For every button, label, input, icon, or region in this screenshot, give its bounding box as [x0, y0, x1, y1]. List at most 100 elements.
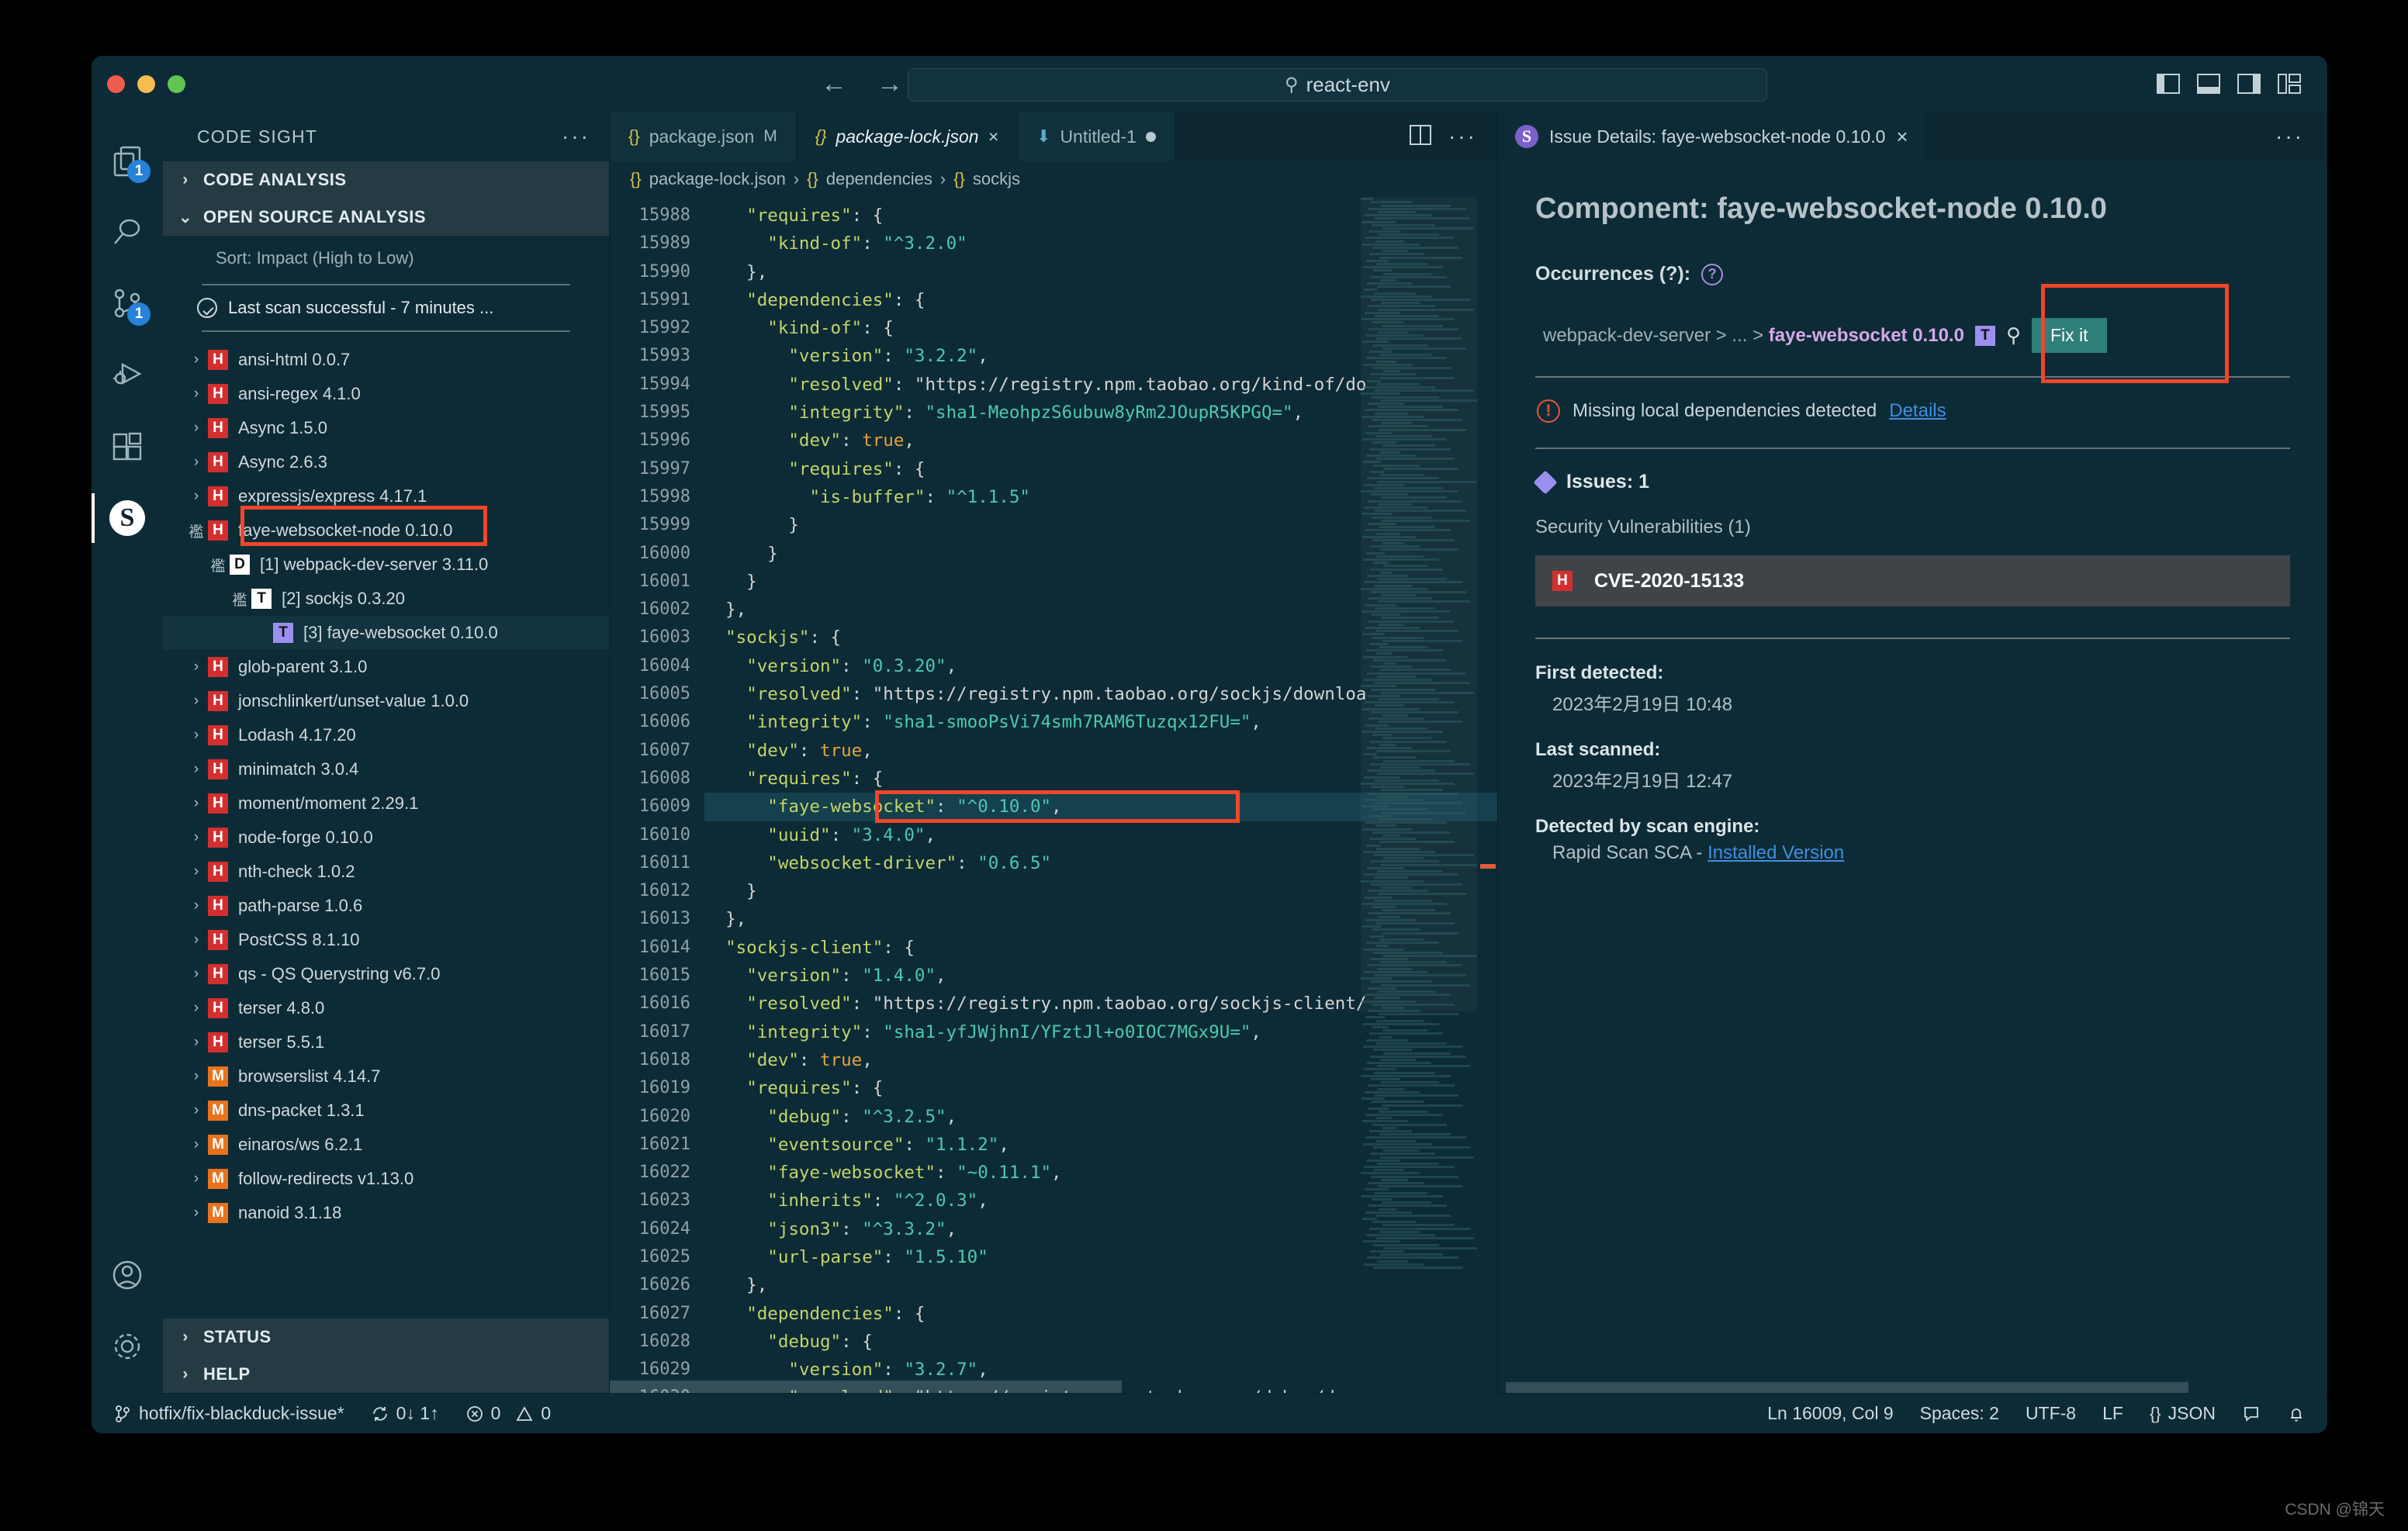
chevron-right-icon[interactable]: › — [185, 1068, 208, 1085]
tree-item[interactable]: › Hterser 5.5.1 — [163, 1025, 609, 1059]
tree-item[interactable]: › Hansi-html 0.0.7 — [163, 343, 609, 377]
tree-item[interactable]: › Hjonschlinkert/unset-value 1.0.0 — [163, 684, 609, 718]
status-encoding[interactable]: UTF-8 — [2026, 1403, 2076, 1424]
code-editor[interactable]: 15988 15989 15990 15991 15992 15993 15994 15995… — [610, 197, 1497, 1393]
sidebar-section-help[interactable]: › HELP — [163, 1356, 609, 1393]
sidebar-item-extensions[interactable] — [92, 411, 163, 482]
sidebar-item-source-control[interactable]: 1 — [92, 268, 163, 340]
chevron-right-icon[interactable]: › — [185, 351, 208, 368]
warning-details-link[interactable]: Details — [1889, 400, 1946, 422]
breadcrumb-item-file[interactable]: package-lock.json — [649, 169, 786, 189]
close-icon[interactable]: × — [988, 126, 998, 147]
more-actions-icon[interactable]: ··· — [1448, 124, 1477, 149]
chevron-right-icon[interactable]: › — [185, 1136, 208, 1153]
chevron-down-icon[interactable]: 襤 — [206, 555, 230, 575]
settings-button[interactable] — [92, 1311, 163, 1382]
status-cursor-position[interactable]: Ln 16009, Col 9 — [1767, 1403, 1893, 1424]
sidebar-section-code-analysis[interactable]: › CODE ANALYSIS — [163, 161, 609, 199]
chevron-right-icon[interactable]: › — [185, 761, 208, 778]
scrollbar-thumb[interactable] — [610, 1381, 1122, 1393]
editor-tab-actions[interactable]: ··· — [1410, 112, 1497, 161]
chevron-right-icon[interactable]: › — [185, 727, 208, 744]
issue-panel-horizontal-scrollbar[interactable] — [1498, 1382, 2327, 1393]
tree-item[interactable]: › Mnanoid 3.1.18 — [163, 1196, 609, 1230]
chevron-right-icon[interactable]: › — [185, 1204, 208, 1222]
tree-item[interactable]: › Hnth-check 1.0.2 — [163, 855, 609, 889]
status-problems[interactable]: 0 0 — [465, 1403, 551, 1424]
tree-item[interactable]: › Hexpressjs/express 4.17.1 — [163, 479, 609, 513]
minimize-window-button[interactable] — [137, 74, 155, 93]
chevron-right-icon[interactable]: › — [185, 1000, 208, 1017]
tree-item[interactable]: › H Async 1.5.0 — [163, 411, 609, 445]
split-editor-icon[interactable] — [1410, 124, 1432, 149]
tree-item[interactable]: › Hansi-regex 4.1.0 — [163, 377, 609, 411]
tree-item[interactable]: › H Lodash 4.17.20 — [163, 718, 609, 752]
occurrence-row[interactable]: webpack-dev-server > ... > faye-websocke… — [1535, 309, 2290, 372]
command-search-input[interactable]: ⚲ react-env — [908, 68, 1767, 102]
tree-item[interactable]: 襤 Hfaye-websocket-node 0.10.0 — [163, 513, 609, 548]
tab-package-json[interactable]: {} package.json M — [610, 112, 797, 161]
chevron-right-icon[interactable]: › — [185, 1034, 208, 1051]
issue-panel-more-actions-icon[interactable]: ··· — [2275, 112, 2327, 161]
sort-label[interactable]: Sort: Impact (High to Low) — [163, 236, 609, 276]
status-sync[interactable]: 0↓ 1↑ — [371, 1403, 439, 1424]
sidebar-item-run-and-debug[interactable] — [92, 340, 163, 411]
status-language-mode[interactable]: {} JSON — [2150, 1403, 2216, 1424]
magnifier-icon[interactable]: ⚲ — [2006, 323, 2021, 347]
minimap[interactable] — [1361, 197, 1477, 1393]
navigation-arrows[interactable]: ← → — [821, 56, 903, 112]
tree-item[interactable]: › Hterser 4.8.0 — [163, 991, 609, 1025]
maximize-window-button[interactable] — [168, 74, 185, 93]
editor-vertical-scrollbar[interactable] — [1479, 197, 1497, 1393]
tree-item[interactable]: › Mdns-packet 1.3.1 — [163, 1094, 609, 1128]
cve-list-item[interactable]: H CVE-2020-15133 — [1535, 555, 2290, 607]
chevron-right-icon[interactable]: › — [185, 385, 208, 403]
tree-item[interactable]: › Hminimatch 3.0.4 — [163, 752, 609, 786]
tab-package-lock-json[interactable]: {} package-lock.json × — [796, 112, 1018, 161]
sidebar-more-actions-icon[interactable]: ··· — [562, 124, 590, 149]
status-feedback[interactable] — [2242, 1405, 2261, 1423]
window-traffic-lights[interactable] — [92, 74, 185, 93]
tree-item[interactable]: › Mfollow-redirects v1.13.0 — [163, 1162, 609, 1196]
tab-issue-details[interactable]: S Issue Details: faye-websocket-node 0.1… — [1498, 112, 1925, 161]
toggle-primary-sidebar-icon[interactable] — [2157, 74, 2180, 94]
chevron-right-icon[interactable]: › — [185, 931, 208, 949]
sidebar-section-open-source-analysis[interactable]: ⌄ OPEN SOURCE ANALYSIS — [163, 199, 609, 236]
tree-item[interactable]: 襤 T [2] sockjs 0.3.20 — [163, 582, 609, 616]
chevron-right-icon[interactable]: › — [185, 795, 208, 812]
sidebar-item-search[interactable] — [92, 197, 163, 268]
chevron-right-icon[interactable]: › — [185, 488, 208, 505]
arrow-right-icon[interactable]: → — [877, 69, 903, 99]
layout-controls[interactable] — [2157, 56, 2301, 112]
tree-item[interactable]: T [3] faye-websocket 0.10.0 — [163, 616, 609, 650]
arrow-left-icon[interactable]: ← — [821, 69, 847, 99]
sidebar-section-status[interactable]: › STATUS — [163, 1318, 609, 1356]
tree-item[interactable]: › Hmoment/moment 2.29.1 — [163, 786, 609, 821]
sidebar-item-code-sight[interactable]: S — [92, 482, 163, 554]
close-window-button[interactable] — [107, 74, 125, 93]
chevron-right-icon[interactable]: › — [185, 658, 208, 676]
accounts-button[interactable] — [92, 1239, 163, 1311]
tree-item[interactable]: › H Async 2.6.3 — [163, 445, 609, 479]
chevron-down-icon[interactable]: 襤 — [185, 520, 208, 541]
question-mark-icon[interactable]: ? — [1701, 263, 1724, 285]
chevron-right-icon[interactable]: › — [185, 897, 208, 914]
scrollbar-thumb[interactable] — [1506, 1382, 2188, 1393]
chevron-right-icon[interactable]: › — [185, 454, 208, 471]
tree-item[interactable]: › H PostCSS 8.1.10 — [163, 923, 609, 957]
breadcrumb-item-dependencies[interactable]: dependencies — [826, 169, 932, 189]
editor-horizontal-scrollbar[interactable] — [610, 1381, 1497, 1393]
status-indentation[interactable]: Spaces: 2 — [1920, 1403, 1999, 1424]
breadcrumb-item-sockjs[interactable]: sockjs — [973, 169, 1020, 189]
chevron-right-icon[interactable]: › — [185, 693, 208, 710]
tab-untitled-1[interactable]: ⬇ Untitled-1 — [1018, 112, 1175, 161]
tree-item[interactable]: › Hglob-parent 3.1.0 — [163, 650, 609, 684]
chevron-right-icon[interactable]: › — [185, 966, 208, 983]
status-eol[interactable]: LF — [2102, 1403, 2123, 1424]
chevron-right-icon[interactable]: › — [185, 863, 208, 880]
chevron-right-icon[interactable]: › — [185, 420, 208, 437]
toggle-secondary-sidebar-icon[interactable] — [2237, 74, 2261, 94]
toggle-panel-icon[interactable] — [2197, 74, 2220, 94]
chevron-right-icon[interactable]: › — [185, 1170, 208, 1187]
tree-item[interactable]: › Hnode-forge 0.10.0 — [163, 821, 609, 855]
